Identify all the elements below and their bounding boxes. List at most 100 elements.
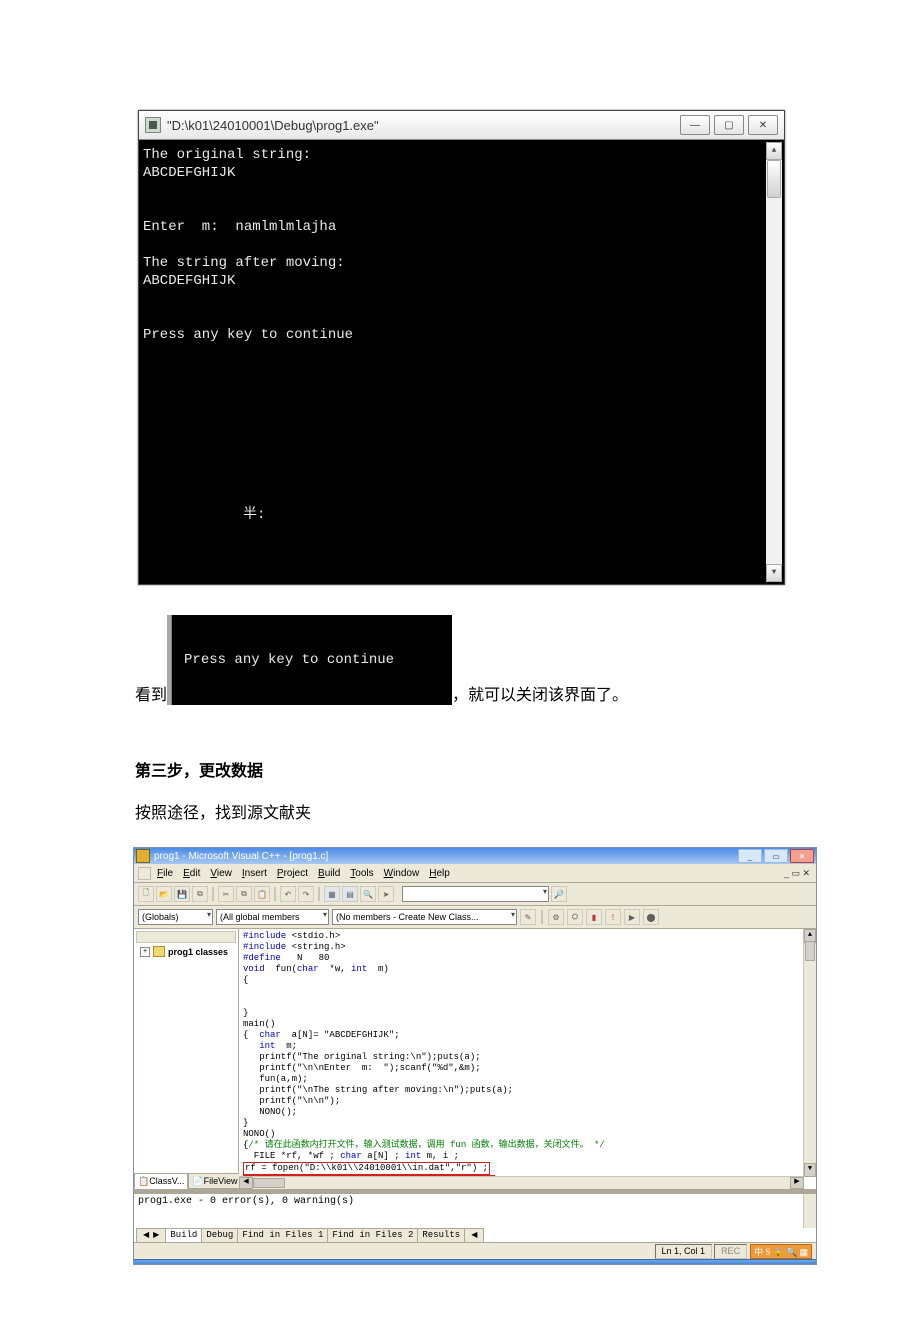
compile-icon[interactable]: ⚙ <box>548 909 564 925</box>
console-line: The string after moving: <box>143 255 345 271</box>
ide-window: prog1 - Microsoft Visual C++ - [prog1.c]… <box>133 847 817 1265</box>
ide-toolbar-1[interactable]: 🗋 📂 💾 ⧉ ✂ ⧉ 📋 ↶ ↷ ▦ ▤ 🔍 ➤ 🔎 <box>134 883 816 906</box>
scroll-track[interactable] <box>766 160 782 564</box>
sentence-after: ，就可以关闭该界面了。 <box>452 681 628 705</box>
tab-fileview[interactable]: 📄FileView <box>188 1173 241 1189</box>
ide-close-button[interactable]: ✕ <box>790 849 814 863</box>
ide-minimize-button[interactable]: _ <box>738 849 762 863</box>
ide-maximize-button[interactable]: ▭ <box>764 849 788 863</box>
menu-insert[interactable]: Insert <box>238 868 271 879</box>
ide-titlebar[interactable]: prog1 - Microsoft Visual C++ - [prog1.c]… <box>134 848 816 864</box>
bookmark-icon[interactable]: ➤ <box>378 886 394 902</box>
copy-icon[interactable]: ⧉ <box>236 886 252 902</box>
tree-expand-icon[interactable]: + <box>140 947 150 957</box>
stop-build-icon[interactable]: ▮ <box>586 909 602 925</box>
console-footer-char: 半: <box>143 506 774 524</box>
console-scrollbar[interactable]: ▲ ▼ <box>766 142 782 582</box>
scroll-up-icon[interactable]: ▲ <box>766 142 782 160</box>
scroll-down-icon[interactable]: ▼ <box>804 1163 816 1177</box>
scroll-right-icon[interactable]: ▶ <box>790 1177 804 1189</box>
maximize-button[interactable]: ▢ <box>714 115 744 135</box>
paste-icon[interactable]: 📋 <box>254 886 270 902</box>
undo-icon[interactable]: ↶ <box>280 886 296 902</box>
execute-icon[interactable]: ! <box>605 909 621 925</box>
console-snippet: Press any key to continue <box>172 615 452 705</box>
breakpoint-icon[interactable]: ⬤ <box>643 909 659 925</box>
go-icon[interactable]: ▶ <box>624 909 640 925</box>
status-ime[interactable]: 中 S 🔒 🔍 ▦ <box>750 1244 812 1259</box>
tab-fileview-label: FileView <box>204 1176 238 1186</box>
menu-view[interactable]: View <box>206 868 236 879</box>
output-tabs[interactable]: ◀▶ Build Debug Find in Files 1 Find in F… <box>136 1228 483 1242</box>
members-combo[interactable]: (All global members <box>216 909 329 925</box>
ide-statusbar: Ln 1, Col 1 REC 中 S 🔒 🔍 ▦ <box>134 1242 816 1259</box>
scroll-thumb[interactable] <box>805 941 815 961</box>
wizard-icon[interactable]: ✎ <box>520 909 536 925</box>
find-go-icon[interactable]: 🔎 <box>551 886 567 902</box>
mdi-doc-icon <box>138 867 151 880</box>
ide-workspace-pane[interactable]: + prog1 classes 📋ClassV... 📄FileView <box>134 929 239 1189</box>
save-icon[interactable]: 💾 <box>174 886 190 902</box>
console-output: The original string: ABCDEFGHIJK Enter m… <box>139 140 784 584</box>
scroll-thumb[interactable] <box>253 1178 285 1188</box>
editor-vscrollbar[interactable]: ▲ ▼ <box>803 929 816 1177</box>
workspace-tabs[interactable]: 📋ClassV... 📄FileView <box>134 1173 238 1189</box>
ide-toolbar-2[interactable]: (Globals) (All global members (No member… <box>134 906 816 929</box>
output-tab-find2[interactable]: Find in Files 2 <box>327 1228 418 1243</box>
menu-window[interactable]: Window <box>380 868 424 879</box>
console-titlebar[interactable]: "D:\k01\24010001\Debug\prog1.exe" — ▢ ✕ <box>139 111 784 140</box>
output-tab-results[interactable]: Results <box>417 1228 465 1243</box>
output-vscrollbar[interactable] <box>803 1194 816 1228</box>
save-all-icon[interactable]: ⧉ <box>192 886 208 902</box>
scroll-left-icon[interactable]: ◀ <box>239 1177 253 1189</box>
ide-editor[interactable]: #include <stdio.h> #include <string.h> #… <box>239 929 816 1189</box>
scope-combo[interactable]: (Globals) <box>138 909 213 925</box>
folder-icon <box>153 946 165 957</box>
toolbar-sep <box>318 887 320 901</box>
ide-output-pane[interactable]: prog1.exe - 0 error(s), 0 warning(s) ◀▶ … <box>134 1193 816 1242</box>
tab-classview[interactable]: 📋ClassV... <box>134 1173 188 1189</box>
menu-project[interactable]: Project <box>273 868 312 879</box>
toolbar-sep <box>212 887 214 901</box>
ide-main: + prog1 classes 📋ClassV... 📄FileView #in… <box>134 929 816 1189</box>
menu-build[interactable]: Build <box>314 868 344 879</box>
tab-classview-label: ClassV... <box>149 1176 184 1186</box>
workspace-icon[interactable]: ▦ <box>324 886 340 902</box>
output-tab-build[interactable]: Build <box>165 1228 202 1243</box>
build-icon[interactable]: ⛭ <box>567 909 583 925</box>
find-icon[interactable]: 🔍 <box>360 886 376 902</box>
output-tab-nav-left[interactable]: ◀▶ <box>136 1228 166 1243</box>
output-icon[interactable]: ▤ <box>342 886 358 902</box>
scroll-thumb[interactable] <box>767 160 781 198</box>
close-button[interactable]: ✕ <box>748 115 778 135</box>
scroll-down-icon[interactable]: ▼ <box>766 564 782 582</box>
output-tab-debug[interactable]: Debug <box>201 1228 238 1243</box>
output-tab-nav-right[interactable]: ◀ <box>464 1228 484 1243</box>
cut-icon[interactable]: ✂ <box>218 886 234 902</box>
new-file-icon[interactable]: 🗋 <box>138 886 154 902</box>
snippet-text: Press any key to continue <box>184 651 394 669</box>
output-text: prog1.exe - 0 error(s), 0 warning(s) <box>138 1196 812 1207</box>
console-window: "D:\k01\24010001\Debug\prog1.exe" — ▢ ✕ … <box>138 110 785 585</box>
editor-hscrollbar[interactable]: ◀ ▶ <box>239 1176 804 1189</box>
redo-icon[interactable]: ↷ <box>298 886 314 902</box>
createclass-combo[interactable]: (No members - Create New Class... <box>332 909 517 925</box>
editor-code[interactable]: #include <stdio.h> #include <string.h> #… <box>243 931 812 1189</box>
taskbar-sliver <box>134 1259 816 1264</box>
menu-tools[interactable]: Tools <box>346 868 377 879</box>
open-file-icon[interactable]: 📂 <box>156 886 172 902</box>
output-tab-find1[interactable]: Find in Files 1 <box>237 1228 328 1243</box>
sentence-before: 看到 <box>135 681 167 705</box>
ide-menubar[interactable]: File Edit View Insert Project Build Tool… <box>134 864 816 883</box>
section-heading: 第三步，更改数据 <box>135 757 785 781</box>
tree-root-label: prog1 classes <box>168 947 228 957</box>
menu-help[interactable]: Help <box>425 868 454 879</box>
mdi-close-buttons[interactable]: _ ▭ ✕ <box>782 868 812 879</box>
menu-edit[interactable]: Edit <box>179 868 204 879</box>
toolbar-sep <box>541 910 543 924</box>
minimize-button[interactable]: — <box>680 115 710 135</box>
section-paragraph: 按照途径，找到源文献夹 <box>135 799 785 823</box>
menu-file[interactable]: File <box>153 868 177 879</box>
find-combo[interactable] <box>402 886 549 902</box>
tree-root-item[interactable]: + prog1 classes <box>136 945 236 958</box>
